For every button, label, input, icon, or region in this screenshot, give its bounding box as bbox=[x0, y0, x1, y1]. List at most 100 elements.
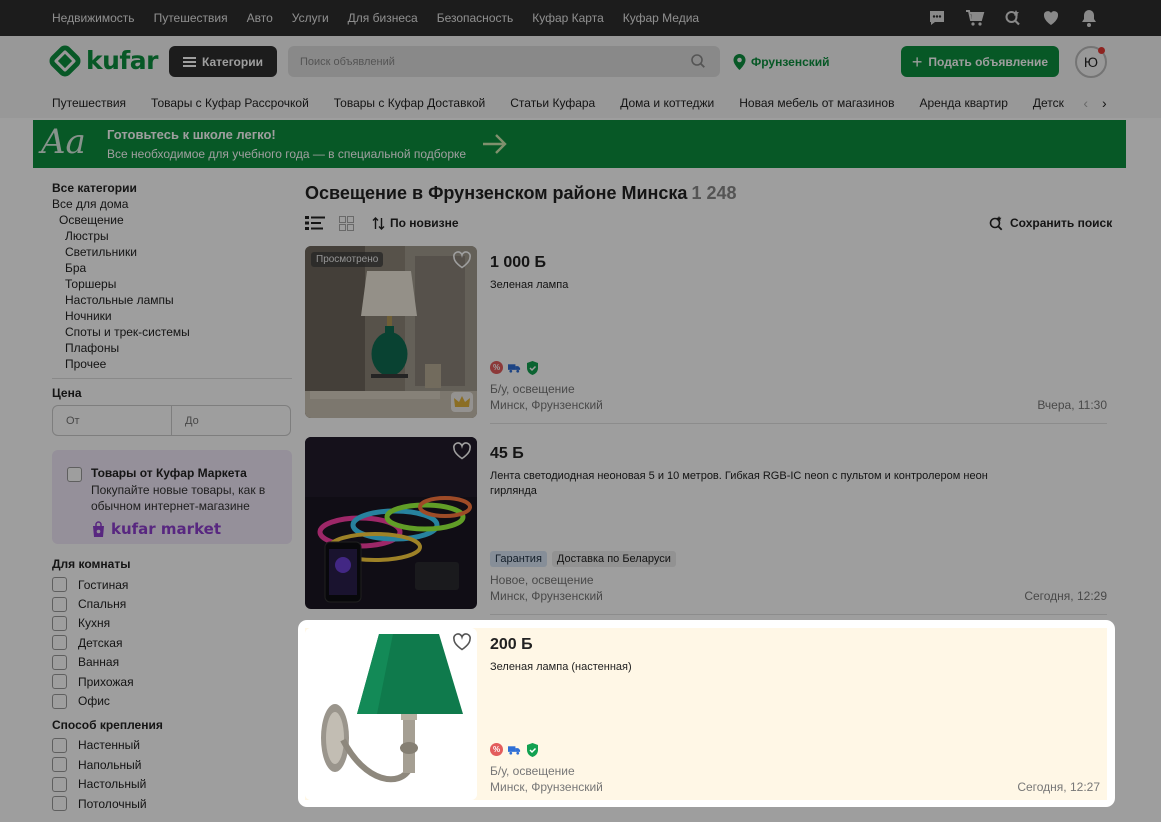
strip-link-travel[interactable]: Путешествия bbox=[52, 96, 126, 110]
all-categories-link[interactable]: Все категории bbox=[52, 180, 292, 196]
listing-photo[interactable] bbox=[305, 437, 477, 609]
top-nav-link-real-estate[interactable]: Недвижимость bbox=[52, 11, 135, 25]
strip-link-rent[interactable]: Аренда квартир bbox=[919, 96, 1007, 110]
listing-location: Минск, Фрунзенский bbox=[490, 398, 603, 412]
listing-photo[interactable] bbox=[305, 628, 477, 800]
chevron-right-icon[interactable]: › bbox=[1102, 95, 1107, 111]
listing-card[interactable]: 45 Б Лента светодиодная неоновая 5 и 10 … bbox=[305, 437, 1107, 615]
kufar-logo[interactable]: kufar bbox=[46, 42, 159, 79]
sort-selector[interactable]: По новизне bbox=[372, 216, 459, 230]
room-option-bedroom[interactable]: Спальня bbox=[52, 594, 292, 613]
current-category[interactable]: Освещение bbox=[52, 212, 292, 228]
room-label: Гостиная bbox=[78, 577, 129, 592]
grid-view-icon[interactable] bbox=[339, 216, 354, 231]
listing-title[interactable]: Лента светодиодная неоновая 5 и 10 метро… bbox=[490, 469, 990, 499]
post-ad-button[interactable]: + Подать объявление bbox=[901, 46, 1059, 77]
checkbox[interactable] bbox=[52, 757, 67, 773]
top-nav-link-security[interactable]: Безопасность bbox=[437, 11, 514, 25]
room-option-bathroom[interactable]: Ванная bbox=[52, 653, 292, 672]
strip-link-furniture[interactable]: Новая мебель от магазинов bbox=[739, 96, 894, 110]
save-search-label: Сохранить поиск bbox=[1010, 216, 1113, 230]
saved-search-icon[interactable] bbox=[1003, 8, 1023, 28]
search-icon[interactable] bbox=[690, 53, 706, 69]
subcategory-other[interactable]: Прочее bbox=[52, 356, 292, 372]
top-nav-link-map[interactable]: Куфар Карта bbox=[532, 11, 604, 25]
search-input[interactable] bbox=[288, 46, 720, 77]
chevron-left-icon[interactable]: ‹ bbox=[1083, 95, 1088, 111]
room-option-kitchen[interactable]: Кухня bbox=[52, 614, 292, 633]
room-option-kids[interactable]: Детская bbox=[52, 633, 292, 652]
notifications-icon[interactable] bbox=[1079, 8, 1099, 28]
save-search-button[interactable]: Сохранить поиск bbox=[988, 215, 1112, 231]
heart-icon[interactable] bbox=[452, 442, 472, 460]
checkbox[interactable] bbox=[52, 674, 67, 690]
top-nav-link-auto[interactable]: Авто bbox=[247, 11, 273, 25]
strip-scroll-arrows: ‹ › bbox=[1065, 88, 1125, 118]
chat-icon[interactable] bbox=[927, 8, 947, 28]
header: kufar Категории Фрунзенский + Подать объ… bbox=[0, 36, 1161, 88]
subcategory-spots[interactable]: Споты и трек-системы bbox=[52, 324, 292, 340]
market-checkbox[interactable] bbox=[67, 467, 82, 482]
strip-link-delivery[interactable]: Товары с Куфар Доставкой bbox=[334, 96, 485, 110]
list-view-icon[interactable] bbox=[305, 215, 325, 231]
subcategory-shades[interactable]: Плафоны bbox=[52, 340, 292, 356]
checkbox[interactable] bbox=[52, 635, 67, 651]
price-to-input[interactable] bbox=[172, 405, 291, 436]
strip-link-installments[interactable]: Товары с Куфар Рассрочкой bbox=[151, 96, 309, 110]
top-nav-link-travel[interactable]: Путешествия bbox=[154, 11, 228, 25]
checkbox[interactable] bbox=[52, 654, 67, 670]
room-option-living[interactable]: Гостиная bbox=[52, 575, 292, 594]
heart-icon[interactable] bbox=[452, 251, 472, 269]
mount-label: Напольный bbox=[78, 757, 142, 772]
installment-icon: % bbox=[490, 743, 503, 756]
room-label: Ванная bbox=[78, 655, 120, 670]
mount-option-floor[interactable]: Напольный bbox=[52, 755, 292, 774]
listing-price: 1 000 Б bbox=[490, 254, 546, 271]
cart-icon[interactable] bbox=[965, 8, 985, 28]
strip-link-articles[interactable]: Статьи Куфара bbox=[510, 96, 595, 110]
mount-option-wall[interactable]: Настенный bbox=[52, 736, 292, 755]
room-option-hallway[interactable]: Прихожая bbox=[52, 672, 292, 691]
strip-link-kids[interactable]: Детск bbox=[1033, 96, 1064, 110]
listing-title[interactable]: Зеленая лампа (настенная) bbox=[490, 660, 990, 675]
checkbox[interactable] bbox=[52, 796, 67, 812]
top-nav-link-business[interactable]: Для бизнеса bbox=[348, 11, 418, 25]
mount-label: Настенный bbox=[78, 738, 140, 753]
location-selector[interactable]: Фрунзенский bbox=[733, 54, 830, 70]
top-nav-link-media[interactable]: Куфар Медиа bbox=[623, 11, 699, 25]
mount-option-table[interactable]: Настольный bbox=[52, 775, 292, 794]
mount-option-ceiling[interactable]: Потолочный bbox=[52, 794, 292, 813]
price-from-input[interactable] bbox=[52, 405, 172, 436]
checkbox[interactable] bbox=[52, 615, 67, 631]
strip-link-houses[interactable]: Дома и коттеджи bbox=[620, 96, 714, 110]
parent-category-link[interactable]: Все для дома bbox=[52, 196, 292, 212]
listing-title[interactable]: Зеленая лампа bbox=[490, 278, 990, 293]
categories-button[interactable]: Категории bbox=[169, 46, 277, 77]
subcategory-sconces[interactable]: Бра bbox=[52, 260, 292, 276]
shield-check-icon bbox=[526, 742, 539, 757]
checkbox[interactable] bbox=[52, 776, 67, 792]
listing-card[interactable]: Просмотрено 1 000 Б Зеленая лампа % Б/у,… bbox=[305, 246, 1107, 424]
subcategory-floor-lamps[interactable]: Торшеры bbox=[52, 276, 292, 292]
room-label: Кухня bbox=[78, 616, 111, 631]
kufar-market-filter[interactable]: Товары от Куфар Маркета Покупайте новые … bbox=[52, 450, 292, 544]
listing-badges: % bbox=[490, 360, 539, 375]
favorites-icon[interactable] bbox=[1041, 8, 1061, 28]
viewed-badge: Просмотрено bbox=[311, 252, 384, 267]
promo-banner[interactable]: Aa Готовьтесь к школе легко! Все необход… bbox=[33, 120, 1126, 168]
top-nav-link-services[interactable]: Услуги bbox=[292, 11, 329, 25]
mount-heading: Способ крепления bbox=[52, 717, 163, 732]
checkbox[interactable] bbox=[52, 596, 67, 612]
listing-card-highlighted[interactable]: 200 Б Зеленая лампа (настенная) % Б/у, о… bbox=[305, 628, 1107, 800]
heart-icon[interactable] bbox=[452, 633, 472, 651]
checkbox[interactable] bbox=[52, 693, 67, 709]
subcategory-chandeliers[interactable]: Люстры bbox=[52, 228, 292, 244]
room-option-office[interactable]: Офис bbox=[52, 691, 292, 710]
checkbox[interactable] bbox=[52, 577, 67, 593]
subcategory-lamps[interactable]: Светильники bbox=[52, 244, 292, 260]
subcategory-night-lights[interactable]: Ночники bbox=[52, 308, 292, 324]
checkbox[interactable] bbox=[52, 737, 67, 753]
subcategory-table-lamps[interactable]: Настольные лампы bbox=[52, 292, 292, 308]
room-label: Спальня bbox=[78, 597, 127, 612]
listing-photo[interactable]: Просмотрено bbox=[305, 246, 477, 418]
